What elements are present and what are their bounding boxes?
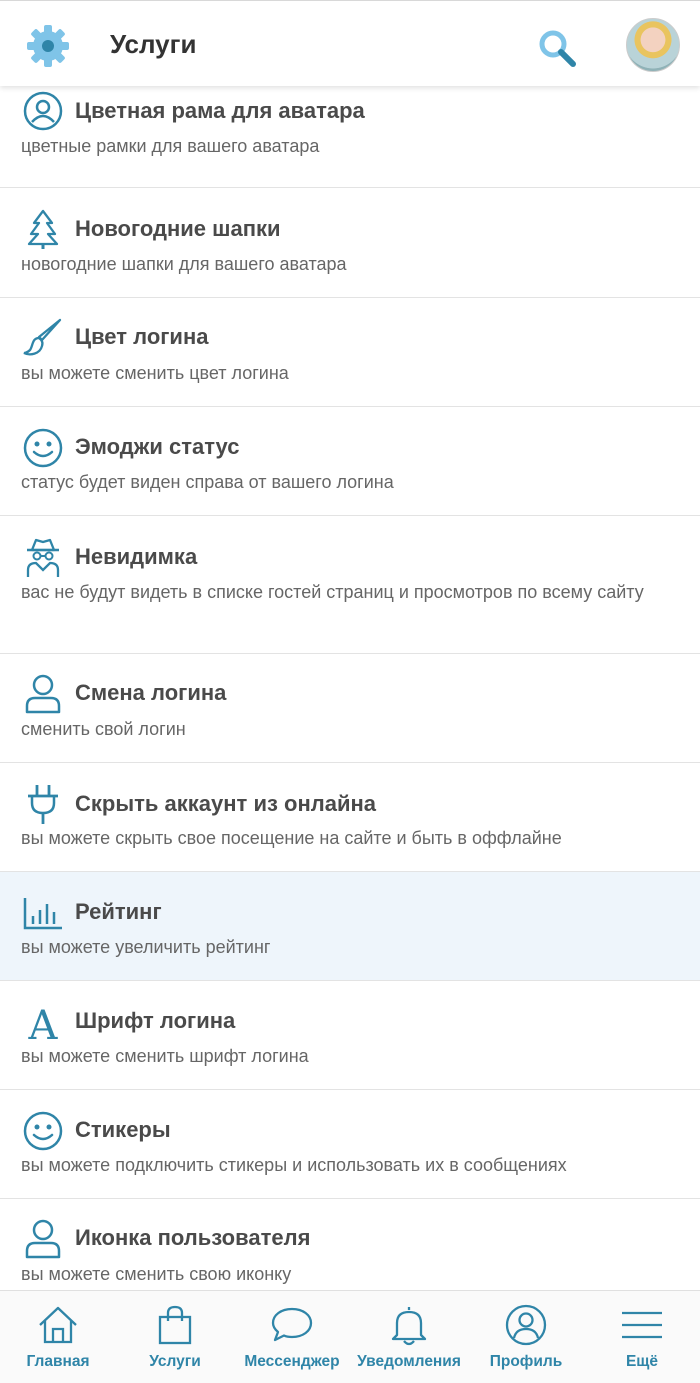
service-description: вы можете скрыть свое посещение на сайте… <box>21 828 562 848</box>
service-new-year-hats[interactable]: Новогодние шапки новогодние шапки для ва… <box>0 188 700 298</box>
nav-label: Услуги <box>149 1353 201 1370</box>
home-icon <box>39 1306 77 1344</box>
service-login-font[interactable]: A Шрифт логина вы можете сменить шрифт л… <box>0 981 700 1090</box>
gear-icon[interactable] <box>25 23 71 69</box>
service-title: Цветная рама для аватара <box>75 98 365 123</box>
service-title: Иконка пользователя <box>75 1225 311 1250</box>
service-title: Цвет логина <box>75 324 209 349</box>
nav-messenger[interactable]: Мессенджер <box>234 1291 350 1383</box>
chat-icon <box>271 1307 313 1342</box>
nav-notifications[interactable]: Уведомления <box>351 1291 467 1383</box>
service-title: Рейтинг <box>75 899 162 924</box>
service-user-icon[interactable]: Иконка пользователя вы можете сменить св… <box>0 1199 700 1290</box>
service-description: сменить свой логин <box>21 719 186 739</box>
plug-icon <box>22 783 64 825</box>
service-description: вы можете сменить цвет логина <box>21 363 289 383</box>
top-bar: Услуги <box>0 0 700 86</box>
nav-home[interactable]: Главная <box>0 1291 116 1383</box>
service-title: Стикеры <box>75 1117 171 1142</box>
svg-text:A: A <box>28 1003 59 1043</box>
tree-icon <box>22 208 64 250</box>
bell-icon <box>391 1307 427 1346</box>
service-emoji-status[interactable]: Эмоджи статус статус будет виден справа … <box>0 407 700 516</box>
profile-icon <box>505 1304 547 1346</box>
service-invisible[interactable]: Невидимка вас не будут видеть в списке г… <box>0 516 700 654</box>
smile-icon <box>22 427 64 469</box>
service-login-color[interactable]: Цвет логина вы можете сменить цвет логин… <box>0 298 700 407</box>
user-icon <box>22 672 64 714</box>
service-description: вы можете увеличить рейтинг <box>21 937 271 957</box>
service-description: вы можете сменить шрифт логина <box>21 1046 309 1066</box>
nav-label: Уведомления <box>357 1353 461 1370</box>
service-title: Скрыть аккаунт из онлайна <box>75 791 376 816</box>
smile-icon <box>22 1110 64 1152</box>
nav-profile[interactable]: Профиль <box>468 1291 584 1383</box>
user-icon <box>22 1217 64 1259</box>
services-list: Цветная рама для аватара цветные рамки д… <box>0 86 700 1290</box>
service-description: новогодние шапки для вашего аватара <box>21 254 347 274</box>
nav-label: Ещё <box>625 1353 659 1370</box>
menu-icon <box>622 1311 662 1339</box>
service-title: Смена логина <box>75 680 227 705</box>
nav-services[interactable]: Услуги <box>117 1291 233 1383</box>
avatar[interactable] <box>626 18 680 72</box>
service-stickers[interactable]: Стикеры вы можете подключить стикеры и и… <box>0 1090 700 1199</box>
bag-icon <box>158 1305 192 1345</box>
service-title: Шрифт логина <box>75 1008 236 1033</box>
service-rating[interactable]: Рейтинг вы можете увеличить рейтинг <box>0 872 700 981</box>
spy-icon <box>22 536 64 578</box>
service-description: вы можете подключить стикеры и использов… <box>21 1155 567 1175</box>
nav-more[interactable]: Ещё <box>584 1291 700 1383</box>
service-title: Невидимка <box>75 544 198 569</box>
user-circle-icon <box>22 90 64 132</box>
service-title: Новогодние шапки <box>75 216 281 241</box>
service-avatar-frame[interactable]: Цветная рама для аватара цветные рамки д… <box>0 86 700 188</box>
service-description: статус будет виден справа от вашего логи… <box>21 472 394 492</box>
service-description: цветные рамки для вашего аватара <box>21 136 320 156</box>
service-hide-online[interactable]: Скрыть аккаунт из онлайна вы можете скры… <box>0 763 700 872</box>
search-icon[interactable] <box>536 27 578 69</box>
brush-icon <box>22 316 64 358</box>
service-login-change[interactable]: Смена логина сменить свой логин <box>0 654 700 763</box>
service-description: вы можете сменить свою иконку <box>21 1264 292 1284</box>
page-title: Услуги <box>110 29 197 59</box>
chart-icon <box>22 892 64 934</box>
nav-label: Мессенджер <box>244 1353 340 1370</box>
service-description: вас не будут видеть в списке гостей стра… <box>21 582 644 602</box>
font-icon: A <box>22 1001 64 1049</box>
bottom-navigation: Главная Услуги Мессенджер Уведомления Пр… <box>0 1290 700 1383</box>
service-title: Эмоджи статус <box>75 434 240 459</box>
